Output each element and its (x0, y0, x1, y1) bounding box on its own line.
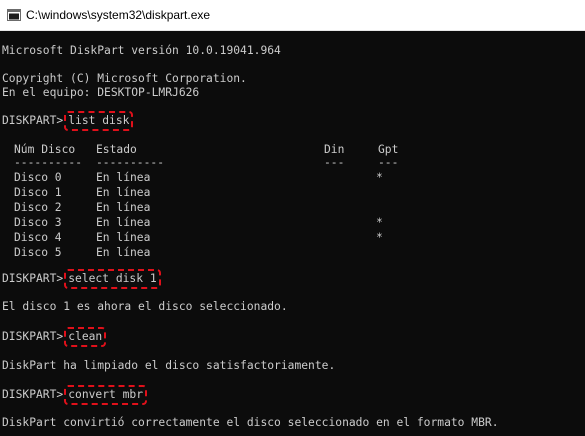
window-title: C:\windows\system32\diskpart.exe (26, 8, 211, 22)
prompt: DISKPART> (2, 388, 64, 401)
prompt: DISKPART> (2, 272, 64, 285)
table-cell: En línea (96, 201, 151, 214)
table-cell: Disco 1 (14, 186, 62, 199)
host-text: En el equipo: DESKTOP-LMRJ626 (2, 86, 200, 99)
table-cell: En línea (96, 246, 151, 259)
command-list-disk: list disk (64, 111, 134, 131)
select-result-text: El disco 1 es ahora el disco seleccionad… (2, 300, 288, 313)
banner-text: Microsoft DiskPart versión 10.0.19041.96… (2, 44, 281, 57)
prompt: DISKPART> (2, 114, 64, 127)
table-cell: Estado (96, 143, 137, 156)
table-cell: Disco 4 (14, 231, 62, 244)
prompt-line-select: DISKPART> select disk 1 (2, 269, 161, 289)
table-cell: En línea (96, 231, 151, 244)
table-cell: En línea (96, 216, 151, 229)
command-convert-mbr: convert mbr (64, 385, 148, 405)
table-cell: --- (378, 156, 399, 169)
prompt-line-convert: DISKPART> convert mbr (2, 385, 148, 405)
console-window-icon (7, 9, 21, 21)
command-select-disk: select disk 1 (64, 269, 161, 289)
table-cell: Disco 2 (14, 201, 62, 214)
table-cell: * (376, 231, 383, 244)
prompt-line-clean: DISKPART> clean (2, 327, 107, 347)
table-cell: En línea (96, 186, 151, 199)
title-bar[interactable]: C:\windows\system32\diskpart.exe (0, 0, 585, 31)
prompt: DISKPART> (2, 330, 64, 343)
console-output[interactable]: Microsoft DiskPart versión 10.0.19041.96… (0, 31, 585, 436)
command-clean: clean (64, 327, 107, 347)
table-cell: Núm Disco (14, 143, 76, 156)
diskpart-window: C:\windows\system32\diskpart.exe Microso… (0, 0, 585, 436)
prompt-line-list: DISKPART> list disk (2, 111, 134, 131)
table-cell: Gpt (378, 143, 399, 156)
table-cell: En línea (96, 171, 151, 184)
table-cell: Disco 0 (14, 171, 62, 184)
table-cell: Din (324, 143, 345, 156)
table-cell: ---------- (96, 156, 165, 169)
copyright-text: Copyright (C) Microsoft Corporation. (2, 72, 247, 85)
table-cell: --- (324, 156, 345, 169)
table-cell: * (376, 216, 383, 229)
table-cell: Disco 5 (14, 246, 62, 259)
table-cell: ---------- (14, 156, 83, 169)
convert-result-text: DiskPart convirtió correctamente el disc… (2, 416, 499, 429)
clean-result-text: DiskPart ha limpiado el disco satisfacto… (2, 359, 336, 372)
table-cell: Disco 3 (14, 216, 62, 229)
table-cell: * (376, 171, 383, 184)
